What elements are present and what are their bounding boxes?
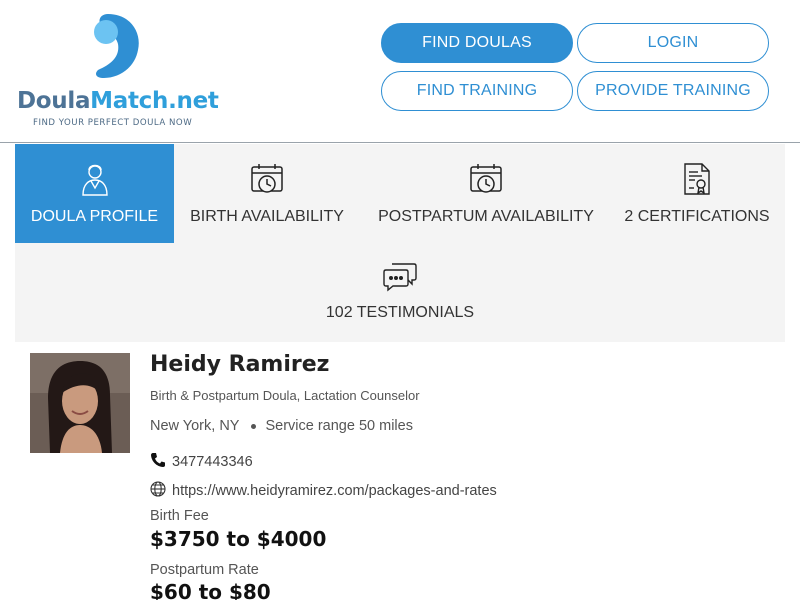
doula-title: Birth & Postpartum Doula, Lactation Coun…	[150, 388, 420, 403]
globe-icon	[150, 481, 172, 501]
find-doulas-button[interactable]: FIND DOULAS	[381, 23, 573, 63]
postpartum-rate-label: Postpartum Rate	[150, 562, 259, 578]
logo-tagline: FIND YOUR PERFECT DOULA NOW	[33, 118, 193, 128]
phone-row[interactable]: 3477443346	[150, 452, 253, 472]
website-link[interactable]: https://www.heidyramirez.com/packages-an…	[172, 483, 497, 499]
tab-certifications[interactable]: 2 CERTIFICATIONS	[615, 144, 779, 243]
person-icon	[80, 162, 110, 196]
location-line: New York, NY Service range 50 miles	[150, 418, 413, 434]
site-header: DoulaMatch.net FIND YOUR PERFECT DOULA N…	[0, 0, 800, 143]
separator-dot	[251, 423, 257, 429]
tab-label: DOULA PROFILE	[30, 208, 159, 225]
phone-number[interactable]: 3477443346	[172, 454, 253, 470]
login-button[interactable]: LOGIN	[577, 23, 769, 63]
logo-icon[interactable]	[90, 12, 142, 80]
logo-wordmark[interactable]: DoulaMatch.net	[17, 88, 219, 114]
tab-postpartum-availability[interactable]: POSTPARTUM AVAILABILITY	[373, 144, 599, 243]
tab-label: POSTPARTUM AVAILABILITY	[378, 208, 594, 225]
tab-label: 102 TESTIMONIALS	[325, 304, 475, 321]
service-range: Service range 50 miles	[265, 418, 413, 434]
location: New York, NY	[150, 418, 240, 434]
logo-wordmark-part2: Match.net	[90, 88, 219, 114]
tab-doula-profile[interactable]: DOULA PROFILE	[15, 144, 174, 243]
calendar-clock-icon	[250, 162, 284, 196]
postpartum-rate-value: $60 to $80	[150, 580, 271, 600]
website-row[interactable]: https://www.heidyramirez.com/packages-an…	[150, 481, 497, 501]
logo-wordmark-part1: Doula	[17, 88, 91, 114]
avatar	[30, 353, 130, 453]
birth-fee-value: $3750 to $4000	[150, 527, 327, 551]
tab-testimonials[interactable]: 102 TESTIMONIALS	[315, 262, 485, 332]
tab-label: BIRTH AVAILABILITY	[190, 208, 344, 225]
chat-bubbles-icon	[383, 262, 417, 292]
tab-birth-availability[interactable]: BIRTH AVAILABILITY	[180, 144, 354, 243]
find-training-button[interactable]: FIND TRAINING	[381, 71, 573, 111]
birth-fee-label: Birth Fee	[150, 508, 209, 524]
calendar-clock-icon	[469, 162, 503, 196]
phone-icon	[150, 452, 172, 472]
certificate-icon	[682, 162, 712, 196]
tab-label: 2 CERTIFICATIONS	[624, 208, 770, 225]
profile-tabs: DOULA PROFILE BIRTH AVAILABILITY POSTPAR…	[15, 144, 785, 342]
provide-training-button[interactable]: PROVIDE TRAINING	[577, 71, 769, 111]
doula-name: Heidy Ramirez	[150, 352, 330, 377]
